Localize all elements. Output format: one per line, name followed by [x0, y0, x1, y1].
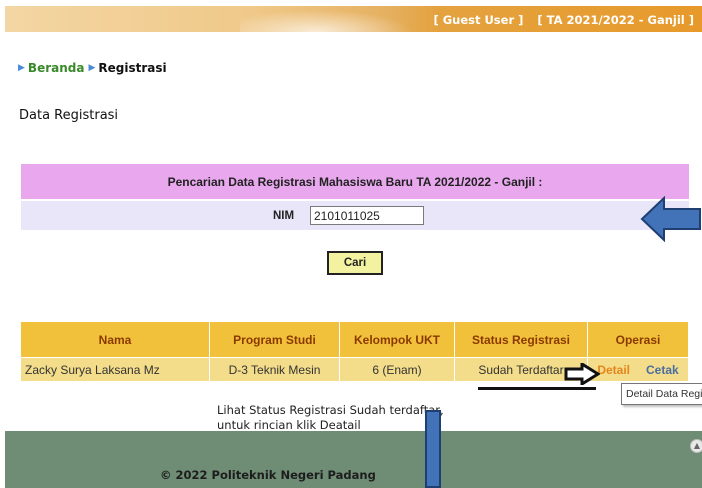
cetak-link[interactable]: Cetak — [646, 363, 679, 377]
header: [ Guest User ] [ TA 2021/2022 - Ganjil ] — [0, 0, 702, 38]
column-header-kelompok-ukt: Kelompok UKT — [340, 322, 455, 357]
chevron-right-icon: ▶ — [88, 63, 96, 73]
nim-input[interactable] — [310, 206, 424, 225]
cell-kelompok-ukt: 6 (Enam) — [340, 357, 455, 381]
guest-user-label: [ Guest User ] — [433, 13, 524, 27]
column-header-operasi: Operasi — [588, 322, 689, 357]
footer-copyright: © 2022 Politeknik Negeri Padang — [160, 468, 376, 482]
academic-term-label: [ TA 2021/2022 - Ganjil ] — [537, 13, 694, 27]
footer: © 2022 Politeknik Negeri Padang — [5, 431, 702, 488]
table-header-row: Nama Program Studi Kelompok UKT Status R… — [21, 322, 689, 357]
breadcrumb-home-link[interactable]: Beranda — [28, 61, 85, 75]
header-decoration — [240, 6, 430, 32]
session-status: [ Guest User ] [ TA 2021/2022 - Ganjil ] — [423, 13, 694, 27]
cell-program-studi: D-3 Teknik Mesin — [210, 357, 340, 381]
cell-nama: Zacky Surya Laksana Mz — [21, 357, 210, 381]
breadcrumb: ▶ Beranda ▶ Registrasi — [18, 61, 167, 75]
column-header-status: Status Registrasi — [455, 322, 588, 357]
column-header-program-studi: Program Studi — [210, 322, 340, 357]
cell-operasi: Detail Cetak — [588, 357, 689, 381]
scroll-up-icon[interactable]: ▲ — [690, 439, 702, 453]
search-button[interactable]: Cari — [327, 251, 383, 275]
breadcrumb-current: Registrasi — [98, 61, 167, 75]
detail-tooltip: Detail Data Registrasi — [621, 383, 702, 405]
annotation-bar — [425, 410, 441, 488]
annotation-arrow-left-icon — [640, 196, 701, 242]
column-header-nama: Nama — [21, 322, 210, 357]
nim-label: NIM — [273, 210, 295, 222]
annotation-underline — [478, 387, 596, 390]
detail-link[interactable]: Detail — [597, 363, 630, 377]
page-title: Data Registrasi — [19, 108, 119, 123]
chevron-right-icon: ▶ — [18, 63, 25, 73]
search-row: NIM — [21, 201, 689, 230]
search-panel-title: Pencarian Data Registrasi Mahasiswa Baru… — [21, 164, 689, 199]
annotation-arrow-right-icon — [564, 363, 600, 385]
